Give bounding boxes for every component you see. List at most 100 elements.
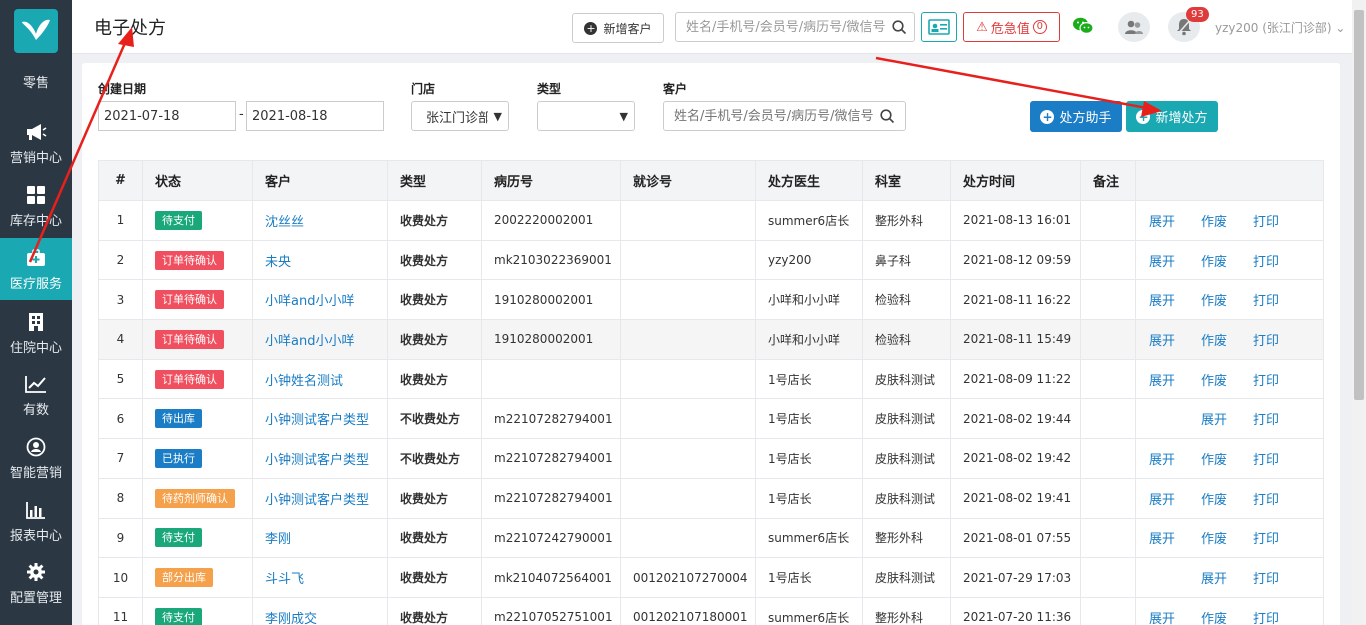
customer-cell: 小钟测试客户类型 — [252, 477, 388, 519]
table-row[interactable]: 4 订单待确认 小咩and小小咩 收费处方 1910280002001 小咩和小小咩 检验科… — [98, 319, 1324, 360]
row-action-link[interactable]: 作废 — [1188, 489, 1240, 508]
table-row[interactable]: 6 待出库 小钟测试客户类型 不收费处方 m22107282794001 1号店长 皮肤科测… — [98, 398, 1324, 440]
ai-icon — [25, 436, 47, 458]
actions-cell: 展开 作废 打印 — [1135, 358, 1324, 400]
date-to-input[interactable]: 2021-08-18 — [246, 101, 384, 131]
store-select[interactable]: 张江门诊部 ▼ — [411, 101, 509, 131]
customer-link[interactable]: 小钟姓名测试 — [265, 374, 343, 389]
customer-link[interactable]: 小钟测试客户类型 — [265, 453, 369, 468]
row-action-link[interactable]: 展开 — [1188, 409, 1240, 428]
page-scrollbar[interactable] — [1352, 0, 1366, 625]
search-icon[interactable] — [880, 108, 895, 124]
customer-link[interactable]: 李刚 — [265, 532, 291, 547]
wechat-icon[interactable] — [1072, 16, 1094, 36]
customer-link[interactable]: 未央 — [265, 255, 291, 270]
group-button[interactable] — [1118, 12, 1150, 42]
sidebar-item[interactable]: 医疗服务 — [0, 238, 72, 300]
user-menu[interactable]: yzy200 (张江门诊部) ⌄ — [1215, 19, 1345, 36]
row-action-link[interactable]: 作废 — [1188, 290, 1240, 309]
row-action-link[interactable]: 展开 — [1137, 608, 1189, 625]
row-action-link[interactable]: 打印 — [1240, 449, 1292, 468]
sidebar-item[interactable]: 有数 — [0, 364, 72, 426]
row-action-link[interactable]: 作废 — [1188, 251, 1240, 270]
customer-link[interactable]: 李刚成交 — [265, 612, 317, 625]
sidebar-item-label: 医疗服务 — [9, 276, 62, 292]
row-action-link[interactable]: 打印 — [1240, 330, 1292, 349]
search-icon[interactable] — [892, 20, 907, 35]
customer-link[interactable]: 小咩and小小咩 — [265, 294, 354, 309]
row-action-link[interactable]: 打印 — [1240, 568, 1292, 587]
status-badge: 部分出库 — [155, 568, 213, 588]
table-row[interactable]: 7 已执行 小钟测试客户类型 不收费处方 m22107282794001 1号店长 皮肤科测… — [98, 438, 1324, 479]
visit-number-cell — [620, 398, 756, 440]
app-logo[interactable] — [14, 9, 58, 53]
sidebar-item[interactable]: 营销中心 — [0, 112, 72, 174]
table-row[interactable]: 3 订单待确认 小咩and小小咩 收费处方 1910280002001 小咩和小小咩 检验科… — [98, 279, 1324, 321]
row-action-link[interactable]: 展开 — [1137, 211, 1189, 230]
row-action-link[interactable]: 打印 — [1240, 251, 1292, 270]
department-cell: 检验科 — [862, 279, 951, 321]
row-action-link[interactable]: 展开 — [1137, 528, 1189, 547]
new-customer-button[interactable]: + 新增客户 — [572, 13, 664, 43]
row-action-link[interactable]: 展开 — [1137, 489, 1189, 508]
scrollbar-thumb[interactable] — [1354, 10, 1364, 400]
table-row[interactable]: 9 待支付 李刚 收费处方 m22107242790001 summer6店长 整形外科 20… — [98, 517, 1324, 559]
sidebar-item[interactable]: 配置管理 — [0, 552, 72, 614]
type-cell: 不收费处方 — [387, 398, 482, 440]
new-customer-label: 新增客户 — [603, 21, 652, 36]
row-action-link[interactable]: 打印 — [1240, 370, 1292, 389]
row-action-link[interactable]: 作废 — [1188, 449, 1240, 468]
table-row[interactable]: 10 部分出库 斗斗飞 收费处方 mk2104072564001 001202107270… — [98, 557, 1324, 598]
sidebar-item[interactable]: 报表中心 — [0, 490, 72, 552]
row-action-link[interactable]: 展开 — [1137, 449, 1189, 468]
row-action-link[interactable]: 打印 — [1240, 489, 1292, 508]
medical-kit-icon — [25, 247, 47, 269]
urgent-value-button[interactable]: ⚠ 危急值 0 — [963, 12, 1060, 42]
date-separator: - — [239, 107, 244, 122]
row-action-link[interactable]: 打印 — [1240, 409, 1292, 428]
customer-link[interactable]: 小钟测试客户类型 — [265, 413, 369, 428]
row-action-link[interactable]: 展开 — [1137, 330, 1189, 349]
top-search-input[interactable] — [676, 13, 886, 41]
sidebar-item[interactable]: 住院中心 — [0, 302, 72, 364]
doctor-cell: summer6店长 — [755, 517, 863, 559]
row-action-link[interactable]: 打印 — [1240, 290, 1292, 309]
customer-link[interactable]: 斗斗飞 — [265, 572, 304, 587]
table-row[interactable]: 11 待支付 李刚成交 收费处方 m22107052751001 001202107180… — [98, 596, 1324, 625]
sidebar-item[interactable]: 库存中心 — [0, 175, 72, 237]
user-name: yzy200 (张江门诊部) — [1215, 21, 1332, 35]
new-prescription-button[interactable]: + 新增处方 — [1126, 101, 1218, 132]
type-select[interactable]: ▼ — [537, 101, 635, 131]
department-cell: 皮肤科测试 — [862, 557, 951, 598]
sidebar-item-label: 住院中心 — [9, 340, 62, 356]
customer-link[interactable]: 小咩and小小咩 — [265, 334, 354, 349]
visit-number-cell — [620, 200, 756, 241]
sidebar-item[interactable]: 智能营销 — [0, 427, 72, 489]
row-action-link[interactable]: 打印 — [1240, 608, 1292, 625]
row-action-link[interactable]: 展开 — [1188, 568, 1240, 587]
prescription-assistant-button[interactable]: + 处方助手 — [1030, 101, 1122, 132]
row-action-link[interactable]: 作废 — [1188, 528, 1240, 547]
date-from-input[interactable]: 2021-07-18 — [98, 101, 236, 131]
row-action-link[interactable]: 展开 — [1137, 370, 1189, 389]
table-row[interactable]: 8 待药剂师确认 小钟测试客户类型 收费处方 m22107282794001 1号店长 皮肤… — [98, 477, 1324, 519]
plus-circle-icon: + — [1040, 109, 1055, 124]
row-action-link[interactable]: 展开 — [1137, 251, 1189, 270]
sidebar-item[interactable]: 零售 — [0, 58, 72, 104]
table-row[interactable]: 2 订单待确认 未央 收费处方 mk2103022369001 yzy200 鼻子科 2021… — [98, 239, 1324, 281]
customer-search-input[interactable] — [664, 102, 874, 130]
customer-link[interactable]: 沈丝丝 — [265, 215, 304, 230]
sidebar-item-label: 有数 — [22, 402, 49, 418]
row-action-link[interactable]: 作废 — [1188, 330, 1240, 349]
row-action-link[interactable]: 作废 — [1188, 370, 1240, 389]
row-action-link[interactable]: 展开 — [1137, 290, 1189, 309]
row-action-link[interactable]: 作废 — [1188, 211, 1240, 230]
row-action-link[interactable]: 作废 — [1188, 608, 1240, 625]
customer-cell: 小钟测试客户类型 — [252, 438, 388, 479]
row-action-link[interactable]: 打印 — [1240, 211, 1292, 230]
table-row[interactable]: 1 待支付 沈丝丝 收费处方 2002220002001 summer6店长 整形外科 202… — [98, 200, 1324, 241]
row-action-link[interactable]: 打印 — [1240, 528, 1292, 547]
customer-link[interactable]: 小钟测试客户类型 — [265, 493, 369, 508]
id-card-button[interactable] — [921, 12, 957, 42]
table-row[interactable]: 5 订单待确认 小钟姓名测试 收费处方 1号店长 皮肤科测试 2021-08-09 11:2… — [98, 358, 1324, 400]
